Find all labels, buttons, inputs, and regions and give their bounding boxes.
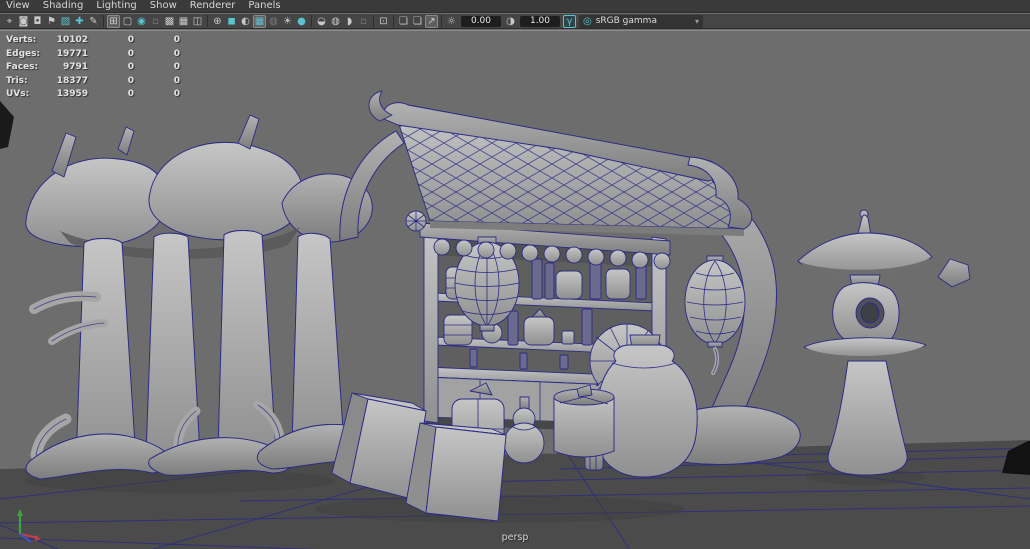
hud-faces-hv2: 0 <box>88 61 134 75</box>
hud-row-edges: Edges:1977100 <box>6 48 180 62</box>
toolbar-group-0: ⌖◙◘⚑▨✚✎ <box>3 15 100 28</box>
use-all-lights-icon[interactable]: ☀ <box>281 15 294 28</box>
hud-faces-hv3: 0 <box>134 61 180 75</box>
toolbar-separator <box>103 15 104 27</box>
hud-tris-hv1: 18377 <box>46 75 88 89</box>
hud-verts-hv2: 0 <box>88 34 134 48</box>
toolbar-group-5: ❏❏↗ <box>397 15 438 28</box>
grease-pencil-icon[interactable]: ✎ <box>87 15 100 28</box>
gamma-icon[interactable]: γ <box>563 15 576 28</box>
hud-faces-hl: Faces: <box>6 61 46 75</box>
hud-uvs-hv3: 0 <box>134 88 180 102</box>
duplicate-layer-icon[interactable]: ❏ <box>397 15 410 28</box>
toolbar-separator <box>207 15 208 27</box>
wrapped-round-box[interactable] <box>554 385 614 457</box>
hud-tris-hl: Tris: <box>6 75 46 89</box>
colorspace-label: sRGB gamma <box>596 16 691 26</box>
bounding-box-icon[interactable]: ▫ <box>149 15 162 28</box>
wire-sphere-icon[interactable]: ⊕ <box>211 15 224 28</box>
hud-edges-hv3: 0 <box>134 48 180 62</box>
view-axis-gizmo[interactable] <box>8 504 48 544</box>
hud-tris-hv2: 0 <box>88 75 134 89</box>
pick-move-icon[interactable]: ↗ <box>425 15 438 28</box>
panel-menu-bar: View Shading Lighting Show Renderer Pane… <box>0 0 1030 13</box>
lighting-grid-icon[interactable]: ⊞ <box>107 15 120 28</box>
camera-attributes-icon[interactable]: ◘ <box>31 15 44 28</box>
toolbar-group-4: ⊡ <box>377 15 390 28</box>
hud-row-tris: Tris:1837700 <box>6 75 180 89</box>
wireframe-display-icon[interactable]: ▢ <box>121 15 134 28</box>
menu-show[interactable]: Show <box>150 0 177 12</box>
menu-view[interactable]: View <box>6 0 30 12</box>
menu-panels[interactable]: Panels <box>248 0 280 12</box>
toolbar-separator <box>393 15 394 27</box>
menu-lighting[interactable]: Lighting <box>96 0 136 12</box>
lock-camera-icon[interactable]: ◙ <box>17 15 30 28</box>
viewport-3d[interactable]: .m{stroke:#2b2b86;stroke-width:.9;stroke… <box>0 30 1030 549</box>
contrast-field[interactable]: 1.00 <box>520 16 560 27</box>
hud-edges-hv1: 19771 <box>46 48 88 62</box>
occlusion-sphere-icon[interactable]: ◒ <box>315 15 328 28</box>
toolbar-separator <box>373 15 374 27</box>
hud-verts-hv3: 0 <box>134 34 180 48</box>
contrast-icon[interactable]: ◑ <box>504 15 517 28</box>
hud-uvs-hl: UVs: <box>6 88 46 102</box>
textured-display-icon[interactable]: ▩ <box>163 15 176 28</box>
toolbar-group-2: ⊕◼◐▦◍☀● <box>211 15 308 28</box>
hud-uvs-hv1: 13959 <box>46 88 88 102</box>
exposure-field[interactable]: 0.00 <box>461 16 501 27</box>
toolbar-group-1: ⊞▢◉▫▩▦◫ <box>107 15 204 28</box>
hud-edges-hl: Edges: <box>6 48 46 62</box>
ssao-icon[interactable]: ◍ <box>329 15 342 28</box>
exposure-icon[interactable]: ☼ <box>445 15 458 28</box>
textured-shaded-icon[interactable]: ▦ <box>177 15 190 28</box>
shaded-cube-icon[interactable]: ◼ <box>225 15 238 28</box>
smooth-shade-icon[interactable]: ◉ <box>135 15 148 28</box>
hud-edges-hv2: 0 <box>88 48 134 62</box>
hud-tris-hv3: 0 <box>134 75 180 89</box>
half-shade-sphere-icon[interactable]: ◐ <box>239 15 252 28</box>
poly-count-hud: Verts:1010200Edges:1977100Faces:979100Tr… <box>6 34 180 102</box>
select-camera-icon[interactable]: ⌖ <box>3 15 16 28</box>
toolbar-separator <box>441 15 442 27</box>
image-plane-icon[interactable]: ▨ <box>59 15 72 28</box>
colorspace-dropdown[interactable]: ◎ sRGB gamma ▾ <box>579 15 703 28</box>
menu-shading[interactable]: Shading <box>43 0 84 12</box>
plate-icon[interactable]: ▫ <box>357 15 370 28</box>
hud-verts-hl: Verts: <box>6 34 46 48</box>
hud-uvs-hv2: 0 <box>88 88 134 102</box>
menu-renderer[interactable]: Renderer <box>190 0 236 12</box>
hud-verts-hv1: 10102 <box>46 34 88 48</box>
maya-viewport-panel: View Shading Lighting Show Renderer Pane… <box>0 0 1030 549</box>
toolbar-group-3: ◒◍◗▫ <box>315 15 370 28</box>
colorspace-icon: ◎ <box>583 16 592 27</box>
toolbar-group-6: ☼0.00◑1.00γ ◎ sRGB gamma ▾ <box>445 15 703 28</box>
two-panel-icon[interactable]: ◫ <box>191 15 204 28</box>
viewport-toolbar: ⌖◙◘⚑▨✚✎⊞▢◉▫▩▦◫⊕◼◐▦◍☀●◒◍◗▫⊡❏❏↗☼0.00◑1.00γ… <box>0 14 1030 29</box>
camera-name-label: persp <box>0 532 1030 543</box>
isolate-select-icon[interactable]: ⊡ <box>377 15 390 28</box>
hud-row-verts: Verts:1010200 <box>6 34 180 48</box>
toolbar-separator <box>311 15 312 27</box>
copy-layer-icon[interactable]: ❏ <box>411 15 424 28</box>
shadows-icon[interactable]: ● <box>295 15 308 28</box>
hud-row-faces: Faces:979100 <box>6 61 180 75</box>
motion-blur-icon[interactable]: ◗ <box>343 15 356 28</box>
scene-wireframe-render: .m{stroke:#2b2b86;stroke-width:.9;stroke… <box>0 31 1030 549</box>
material-sphere-icon[interactable]: ◍ <box>267 15 280 28</box>
hud-faces-hv1: 9791 <box>46 61 88 75</box>
pan-zoom-2d-icon[interactable]: ✚ <box>73 15 86 28</box>
hud-row-uvs: UVs:1395900 <box>6 88 180 102</box>
bookmark-icon[interactable]: ⚑ <box>45 15 58 28</box>
chevron-down-icon: ▾ <box>695 17 699 26</box>
textured-grid-icon[interactable]: ▦ <box>253 15 266 28</box>
